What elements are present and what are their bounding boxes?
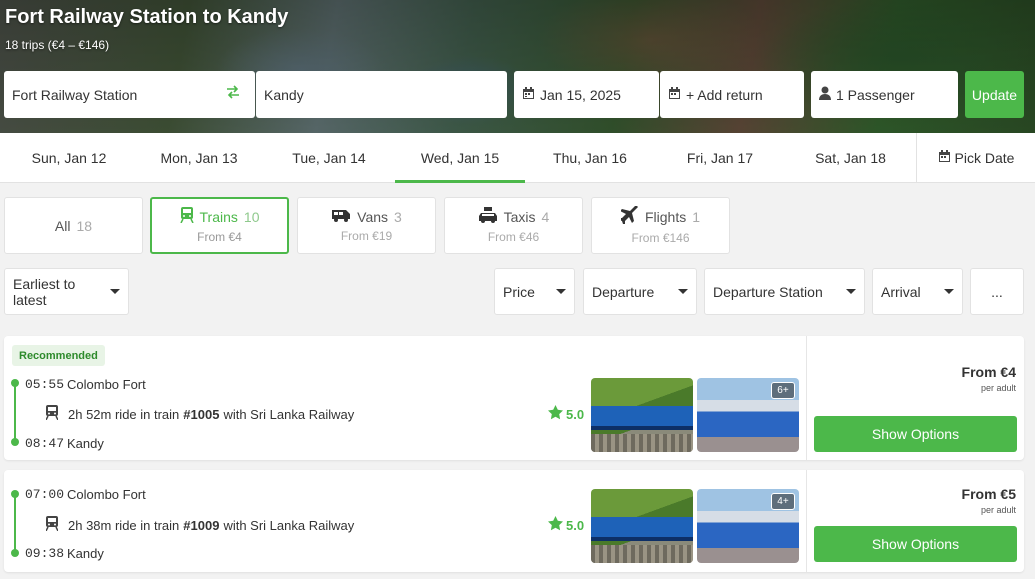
star-icon (548, 516, 566, 534)
date-tab-mon-jan-13[interactable]: Mon, Jan 13 (134, 133, 264, 183)
date-tab-sat-jan-18[interactable]: Sat, Jan 18 (785, 133, 916, 183)
trip-summary: 18 trips (€4 – €146) (5, 38, 110, 52)
arrival-dot (11, 549, 19, 557)
trip-card[interactable]: 07:00 Colombo Fort 2h 38m ride in train #… (4, 470, 1024, 572)
recommended-badge: Recommended (12, 345, 105, 366)
departure-station: Colombo Fort (67, 377, 146, 392)
to-value: Kandy (264, 86, 304, 103)
interior-photo[interactable]: 6+ (697, 378, 799, 452)
from-input[interactable]: Fort Railway Station (4, 71, 255, 118)
chevron-down-icon (846, 289, 856, 294)
train-icon (179, 207, 200, 226)
more-filters-button[interactable]: ... (970, 268, 1024, 315)
interior-photo[interactable]: 4+ (697, 489, 799, 563)
chevron-down-icon (944, 289, 954, 294)
price-unit: per adult (980, 505, 1016, 515)
arrival-filter[interactable]: Arrival (872, 268, 963, 315)
arrival-dot (11, 438, 19, 446)
show-options-button[interactable]: Show Options (814, 526, 1017, 562)
trip-card[interactable]: Recommended 05:55 Colombo Fort 2h 52m ri… (4, 336, 1024, 460)
arrival-time: 09:38 (25, 546, 65, 561)
swap-icon[interactable] (226, 85, 245, 102)
passenger-value: 1 Passenger (836, 86, 915, 103)
date-tabs: Sun, Jan 12 Mon, Jan 13 Tue, Jan 14 Wed,… (0, 133, 1035, 183)
date-input[interactable]: Jan 15, 2025 (514, 71, 659, 118)
category-flights[interactable]: Flights 1 From €146 (591, 197, 730, 254)
date-tab-wed-jan-15[interactable]: Wed, Jan 15 (395, 133, 525, 183)
departure-dot (11, 379, 19, 387)
update-button[interactable]: Update (965, 71, 1024, 118)
page-title: Fort Railway Station to Kandy (5, 6, 289, 28)
train-icon (45, 516, 68, 534)
departure-filter[interactable]: Departure (583, 268, 697, 315)
chevron-down-icon (678, 289, 688, 294)
calendar-icon (938, 150, 955, 166)
chevron-down-icon (556, 289, 566, 294)
show-options-button[interactable]: Show Options (814, 416, 1017, 452)
pick-date-button[interactable]: Pick Date (916, 133, 1035, 183)
category-trains[interactable]: Trains 10 From €4 (150, 197, 289, 254)
photo-count-badge: 6+ (771, 382, 795, 399)
calendar-icon (668, 86, 686, 103)
plane-icon (618, 205, 645, 227)
taxi-icon (478, 207, 504, 226)
date-tab-tue-jan-14[interactable]: Tue, Jan 14 (264, 133, 394, 183)
calendar-icon (522, 86, 540, 103)
category-taxis[interactable]: Taxis 4 From €46 (444, 197, 583, 254)
trip-price: From €4 (961, 364, 1016, 380)
route-line (14, 494, 16, 553)
route-line (14, 383, 16, 443)
user-icon (819, 86, 836, 103)
to-input[interactable]: Kandy (256, 71, 507, 118)
departure-time: 07:00 (25, 487, 65, 502)
add-return-label: + Add return (686, 86, 763, 103)
ride-info: 2h 38m ride in train #1009 with Sri Lanka … (45, 516, 354, 534)
photo-count-badge: 4+ (771, 493, 795, 510)
hero-banner: Fort Railway Station to Kandy 18 trips (… (0, 0, 1035, 133)
rating: 5.0 (548, 405, 584, 423)
arrival-time: 08:47 (25, 436, 65, 451)
departure-station: Colombo Fort (67, 487, 146, 502)
rating: 5.0 (548, 516, 584, 534)
price-filter[interactable]: Price (494, 268, 575, 315)
train-icon (45, 405, 68, 423)
ride-info: 2h 52m ride in train #1005 with Sri Lanka … (45, 405, 354, 423)
train-photo[interactable] (591, 378, 693, 452)
sort-select[interactable]: Earliest to latest (4, 268, 129, 315)
trip-price: From €5 (961, 486, 1016, 502)
category-vans[interactable]: Vans 3 From €19 (297, 197, 436, 254)
departure-dot (11, 490, 19, 498)
add-return-input[interactable]: + Add return (660, 71, 804, 118)
category-all[interactable]: All 18 (4, 197, 143, 254)
chevron-down-icon (110, 289, 120, 294)
arrival-station: Kandy (67, 546, 104, 561)
departure-station-filter[interactable]: Departure Station (704, 268, 865, 315)
price-unit: per adult (980, 383, 1016, 393)
star-icon (548, 405, 566, 423)
passenger-select[interactable]: 1 Passenger (811, 71, 958, 118)
date-tab-sun-jan-12[interactable]: Sun, Jan 12 (4, 133, 134, 183)
from-value: Fort Railway Station (12, 86, 138, 103)
arrival-station: Kandy (67, 436, 104, 451)
date-value: Jan 15, 2025 (540, 86, 621, 103)
date-tab-fri-jan-17[interactable]: Fri, Jan 17 (655, 133, 785, 183)
train-photo[interactable] (591, 489, 693, 563)
departure-time: 05:55 (25, 377, 65, 392)
date-tab-thu-jan-16[interactable]: Thu, Jan 16 (525, 133, 655, 183)
van-icon (331, 208, 357, 225)
